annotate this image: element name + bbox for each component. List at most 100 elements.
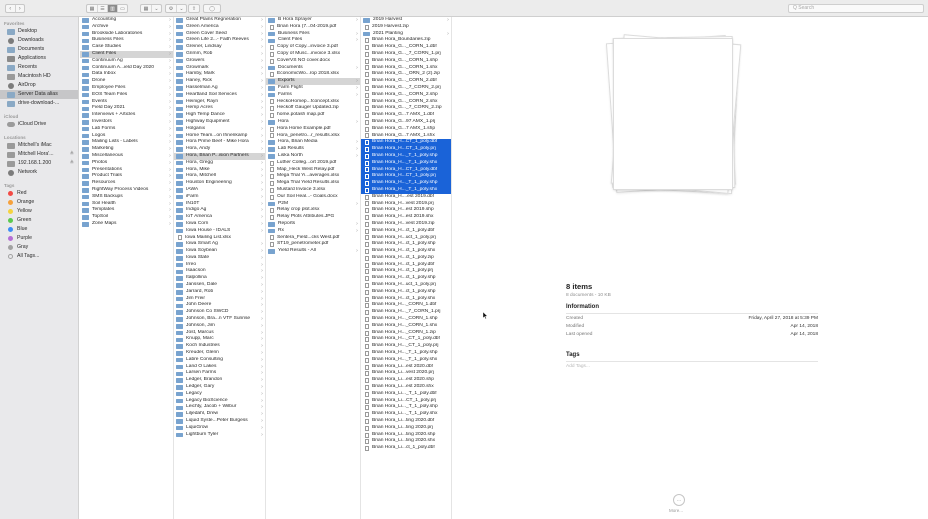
folder-row[interactable]: Interviews + Articles ›: [80, 112, 173, 119]
file-row[interactable]: Hora_penetro...r_results.xlsx: [266, 133, 360, 140]
folder-row[interactable]: Lightburn Tyler ›: [174, 432, 265, 439]
folder-row[interactable]: Green America ›: [174, 24, 265, 31]
sidebar-item-favorites[interactable]: Applications: [0, 54, 78, 63]
folder-row[interactable]: P2M ›: [266, 201, 360, 208]
folder-row[interactable]: 2019 Harvest ›: [361, 17, 451, 24]
folder-row[interactable]: IoT America ›: [174, 214, 265, 221]
folder-row[interactable]: Photos ›: [80, 160, 173, 167]
folder-row[interactable]: Home Team...on Ihnenkamp ›: [174, 133, 265, 140]
folder-row[interactable]: Growmark ›: [174, 65, 265, 72]
file-row[interactable]: Brian Hora_Boundaries.zip: [361, 37, 451, 44]
file-row[interactable]: Brian Hora_G..._7_CORN_2.zip: [361, 105, 451, 112]
file-row[interactable]: Relay crop plot.xlsx: [266, 207, 360, 214]
folder-row[interactable]: Data Inbox ›: [80, 71, 173, 78]
folder-row[interactable]: Jost, Marcus ›: [174, 330, 265, 337]
folder-row[interactable]: Johnson Co SWCD ›: [174, 309, 265, 316]
folder-row[interactable]: 2021 Planting ›: [361, 31, 451, 38]
file-row[interactable]: Heckoff Gauger Updated.zip: [266, 105, 360, 112]
folder-row[interactable]: Greiner, Lindsay ›: [174, 44, 265, 51]
file-row[interactable]: Brian Hora_G..._CORN_2.shp: [361, 92, 451, 99]
folder-row[interactable]: Presentations ›: [80, 167, 173, 174]
file-row[interactable]: Brian Hora_H..._CORN_1.shp: [361, 316, 451, 323]
file-row[interactable]: Brian Hora_Li...est 2020.shp: [361, 377, 451, 384]
folder-row[interactable]: Leichty, Jacob + Wilbur ›: [174, 404, 265, 411]
folder-row[interactable]: Iowa State ›: [174, 255, 265, 262]
file-row[interactable]: Brian Hora_H..._T_1_poly.shp: [361, 152, 451, 160]
folder-row[interactable]: Holganix ›: [174, 126, 265, 133]
file-row[interactable]: Brian Hora_H..._CORN_1.dbf: [361, 302, 451, 309]
search-input[interactable]: Q Search: [788, 4, 924, 13]
sidebar-item-favorites[interactable]: Server Data alias: [0, 90, 78, 99]
more-button-label[interactable]: More...: [669, 508, 683, 513]
file-row[interactable]: Brian Hora_H...ct_1_poly.dbf: [361, 262, 451, 269]
file-row[interactable]: Brian Hora_G...7 AMX_1.shp: [361, 126, 451, 133]
sidebar-item-favorites[interactable]: Macintosh HD: [0, 72, 78, 81]
sidebar-item-favorites[interactable]: Recents: [0, 63, 78, 72]
sidebar-item-locations[interactable]: Mitchell's iMac: [0, 141, 78, 150]
file-row[interactable]: Brian Hora_H...ct_1_poly.shp: [361, 241, 451, 248]
folder-row[interactable]: Miscellaneous ›: [80, 153, 173, 160]
sidebar-item-tags[interactable]: Yellow: [0, 207, 78, 216]
folder-row[interactable]: Continuum Ag ›: [80, 58, 173, 65]
sidebar-item-locations[interactable]: 192.168.1.200 ≜: [0, 159, 78, 168]
sidebar-item-tags[interactable]: Orange: [0, 198, 78, 207]
ellipsis-icon[interactable]: …: [673, 494, 685, 506]
file-row[interactable]: Brian Hora_G..._CORN_1.shx: [361, 65, 451, 72]
folder-row[interactable]: Kreuder, Glenn ›: [174, 350, 265, 357]
folder-row[interactable]: Farm Flight ›: [266, 85, 360, 92]
file-row[interactable]: Brian Hora_H...ct_1_poly.zip: [361, 255, 451, 262]
folder-row[interactable]: Farms ›: [266, 92, 360, 99]
folder-row[interactable]: Archive ›: [80, 24, 173, 31]
file-row[interactable]: Brian Hora_H..._CORN_1.shx: [361, 323, 451, 330]
folder-row[interactable]: Field Day 2021 ›: [80, 105, 173, 112]
sidebar-item-tags[interactable]: Green: [0, 216, 78, 225]
folder-row[interactable]: RightWay Process Videos ›: [80, 187, 173, 194]
folder-row[interactable]: Liquid Syste...Peter Burgess ›: [174, 418, 265, 425]
folder-row[interactable]: Client Files ›: [266, 37, 360, 44]
folder-row[interactable]: Labre Consulting ›: [174, 357, 265, 364]
file-row[interactable]: Brian Hora_H..._T_1_poly.shx: [361, 357, 451, 364]
sidebar-item-favorites[interactable]: drive-download-...: [0, 99, 78, 108]
file-row[interactable]: HeckoHomep...fconcept.xlsx: [266, 99, 360, 106]
file-row[interactable]: Brian Hora_H...ct_1_poly.dbf: [361, 228, 451, 235]
folder-row[interactable]: Legacy BioScience ›: [174, 398, 265, 405]
folder-row[interactable]: B Hora Sprayer ›: [266, 17, 360, 24]
folder-row[interactable]: Iowa Smart Ag ›: [174, 241, 265, 248]
folder-row[interactable]: Templates ›: [80, 207, 173, 214]
folder-row[interactable]: Knupp, Marc ›: [174, 336, 265, 343]
file-row[interactable]: Brian Hora (7...04-2019.pdf: [266, 24, 360, 31]
icon-view-icon[interactable]: ▦: [87, 5, 97, 12]
folder-row[interactable]: Ledger, Brandon ›: [174, 377, 265, 384]
sidebar-item-tags[interactable]: Purple: [0, 234, 78, 243]
tag-button[interactable]: ◯: [203, 4, 221, 13]
folder-row[interactable]: TopSoil ›: [80, 214, 173, 221]
file-row[interactable]: Brian Hora_G..._7_CORN_1.prj: [361, 51, 451, 58]
folder-row[interactable]: Hora, Andy ›: [174, 146, 265, 153]
folder-row[interactable]: Investors ›: [80, 119, 173, 126]
file-row[interactable]: Brian Hora_Li...ct_1_poly.dbf: [361, 445, 451, 452]
sidebar-item-tags[interactable]: Gray: [0, 243, 78, 252]
folder-row[interactable]: EOS Team Files ›: [80, 92, 173, 99]
file-row[interactable]: Brian Hora_H....est 2019.dbf: [361, 194, 451, 201]
folder-row[interactable]: Zone Maps ›: [80, 221, 173, 228]
file-row[interactable]: Iowa Mailing List.xlsx: [174, 235, 265, 242]
folder-row[interactable]: Exports ›: [266, 78, 360, 85]
folder-row[interactable]: Iowa Soybean ›: [174, 248, 265, 255]
folder-row[interactable]: Business Files ›: [266, 31, 360, 38]
file-row[interactable]: Brian Hora_G..._7_CORN_2.prj: [361, 85, 451, 92]
file-row[interactable]: Brian Hora_G..._CORN_1.dbf: [361, 44, 451, 51]
folder-row[interactable]: Hora, Brian Media ›: [266, 139, 360, 146]
file-row[interactable]: Brian Hora_Li...CT_1_poly.prj: [361, 398, 451, 405]
folder-row[interactable]: Larsen Farms ›: [174, 370, 265, 377]
file-row[interactable]: Brian Hora_H...ct_1_poly.shp: [361, 289, 451, 296]
group-by-button[interactable]: ▦ ⌄: [140, 4, 162, 13]
folder-row[interactable]: Iowa House - IDALS ›: [174, 228, 265, 235]
file-row[interactable]: Brian Hora_G..._ORN_2 (2).zip: [361, 71, 451, 78]
folder-row[interactable]: Johnson, Bra...n VTF Sunrise ›: [174, 316, 265, 323]
sidebar-item-icloud[interactable]: iCloud Drive: [0, 120, 78, 129]
file-row[interactable]: Copy of Musc...invoice 3.xlsx: [266, 51, 360, 58]
folder-row[interactable]: Mailing Lists - Labels ›: [80, 139, 173, 146]
file-row[interactable]: Brian Hora_H...est 2019.shp: [361, 207, 451, 214]
folder-row[interactable]: Marketing ›: [80, 146, 173, 153]
file-row[interactable]: Brian Hora_G..._CORN_1.shp: [361, 58, 451, 65]
